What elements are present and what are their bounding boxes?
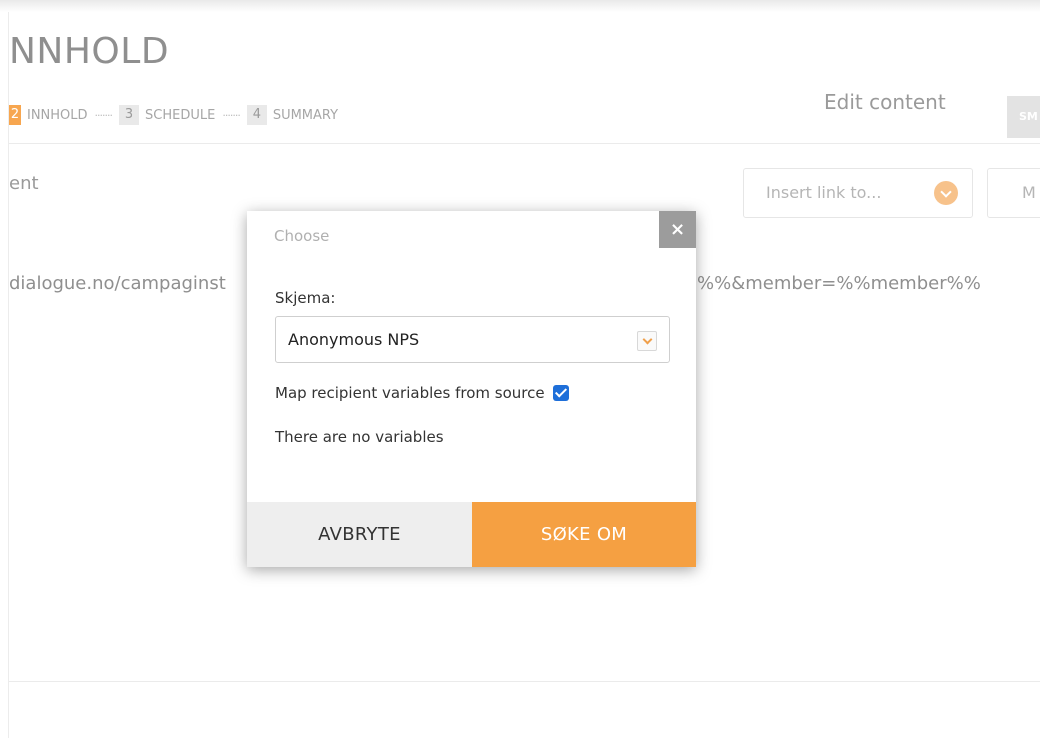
map-variables-checkbox[interactable] — [552, 385, 569, 401]
page-title: NNHOLD — [9, 31, 170, 72]
step-separator: ······· — [94, 108, 114, 122]
dialog-title: Choose — [274, 227, 330, 245]
skjema-select-value: Anonymous NPS — [288, 330, 420, 349]
url-text-right: %%&member=%%member%% — [697, 273, 981, 294]
step-label-summary[interactable]: SUMMARY — [273, 108, 338, 123]
chevron-down-icon — [934, 181, 958, 205]
divider — [9, 681, 1040, 682]
wizard-steps: 2 INNHOLD ······· 3 SCHEDULE ······· 4 S… — [9, 104, 345, 126]
m-button[interactable]: M — [987, 168, 1040, 218]
top-shadow — [0, 0, 1040, 12]
no-variables-text: There are no variables — [275, 428, 444, 446]
skjema-label: Skjema: — [275, 289, 336, 307]
dialog-footer: AVBRYTE SØKE OM — [247, 502, 696, 567]
edit-content-heading: Edit content — [824, 90, 946, 114]
step-label-schedule[interactable]: SCHEDULE — [145, 108, 215, 123]
divider — [9, 143, 1040, 144]
chevron-down-icon[interactable] — [637, 331, 657, 351]
url-text-left: dialogue.no/campaginst — [9, 273, 226, 294]
skjema-select[interactable]: Anonymous NPS — [275, 316, 670, 363]
step-separator: ······· — [222, 108, 241, 122]
insert-link-dropdown[interactable]: Insert link to... — [743, 168, 973, 218]
map-variables-label: Map recipient variables from source — [275, 384, 545, 402]
section-label: ent — [9, 173, 39, 194]
close-icon[interactable]: × — [659, 211, 696, 248]
top-action-button[interactable]: SM — [1007, 96, 1040, 138]
step-number-schedule[interactable]: 3 — [119, 105, 140, 125]
insert-link-label: Insert link to... — [766, 183, 882, 202]
map-variables-row: Map recipient variables from source — [275, 383, 569, 403]
cancel-button[interactable]: AVBRYTE — [247, 502, 472, 567]
apply-button[interactable]: SØKE OM — [472, 502, 696, 567]
choose-dialog: Choose × Skjema: Anonymous NPS Map recip… — [247, 211, 696, 567]
step-number-innhold[interactable]: 2 — [9, 105, 21, 125]
step-label-innhold[interactable]: INNHOLD — [27, 108, 88, 123]
step-number-summary[interactable]: 4 — [246, 105, 267, 125]
